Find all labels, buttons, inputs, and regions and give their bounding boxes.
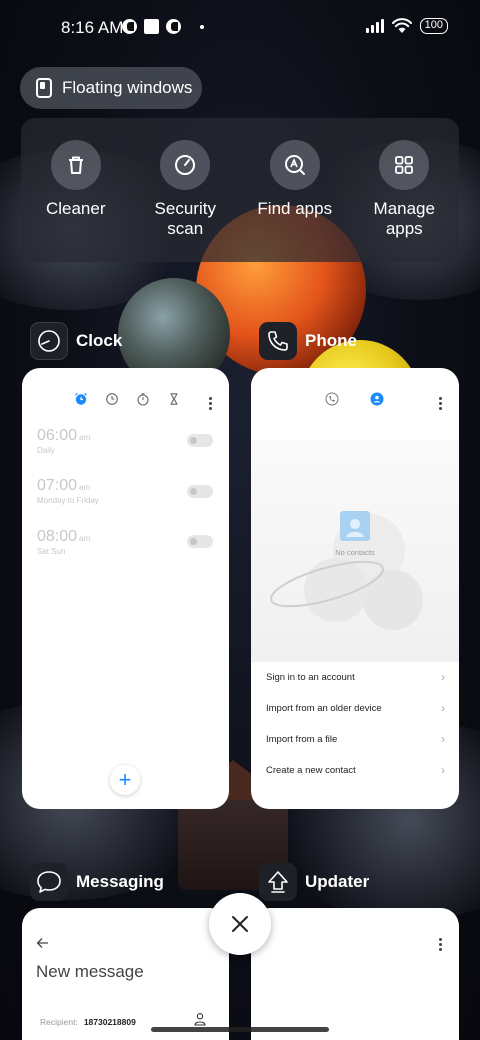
find-apps-label: Find apps — [257, 199, 333, 218]
status-bar: 8:16 AM 100 — [0, 0, 480, 56]
chevron-right-icon: › — [441, 701, 445, 715]
cleaner-button[interactable]: Cleaner — [26, 140, 126, 262]
updater-more-icon[interactable] — [439, 938, 442, 951]
phone-app-header[interactable]: Phone — [259, 322, 357, 360]
clock-more-icon[interactable] — [209, 397, 212, 410]
recipient-value: 18730218809 — [83, 1017, 136, 1027]
quick-tools-panel: Cleaner Security scan Find apps Manage a… — [21, 118, 459, 262]
close-icon — [232, 916, 248, 932]
alarm-toggle[interactable] — [187, 485, 213, 498]
alarm-time: 08:00 — [37, 528, 78, 545]
close-all-button[interactable] — [209, 893, 271, 955]
trash-icon — [50, 140, 101, 190]
messaging-app-card[interactable]: New message Recipient: 18730218809 — [22, 908, 229, 1040]
stopwatch-tab-icon[interactable] — [136, 392, 150, 406]
speedometer-icon — [160, 140, 211, 190]
alarm-toggle[interactable] — [187, 535, 213, 548]
clock-app-name: Clock — [76, 331, 123, 350]
alarm-ampm: am — [79, 483, 91, 492]
notification-icon-b — [144, 19, 159, 34]
back-arrow-icon[interactable] — [36, 937, 49, 949]
updater-app-card[interactable] — [251, 908, 459, 1040]
world-clock-tab-icon[interactable] — [105, 392, 119, 406]
alarm-ampm: am — [79, 534, 91, 543]
alarm-repeat: Daily — [37, 446, 55, 455]
security-scan-label: Security scan — [154, 199, 216, 238]
cleaner-label: Cleaner — [45, 199, 106, 218]
contacts-tab-icon[interactable] — [370, 392, 384, 406]
clock-app-header[interactable]: Clock — [30, 322, 122, 360]
manage-apps-label: Manage apps — [373, 199, 435, 238]
alarm-tab-icon[interactable] — [74, 392, 88, 406]
chevron-right-icon: › — [441, 670, 445, 684]
grid-icon — [379, 140, 430, 190]
alarm-ampm: am — [79, 433, 91, 442]
recipient-label: Recipient: — [40, 1017, 78, 1027]
more-notifications-dot-icon — [200, 24, 204, 29]
phone-more-icon[interactable] — [439, 397, 442, 410]
phone-app-name: Phone — [305, 331, 357, 350]
sign-in-account-option[interactable]: Sign in to an account › — [266, 662, 445, 692]
battery-icon: 100 — [419, 18, 448, 34]
new-message-title: New message — [36, 962, 144, 981]
floating-windows-label: Floating windows — [62, 78, 193, 97]
clock-tabs — [74, 392, 181, 406]
notification-icons — [122, 19, 204, 34]
alarm-toggle[interactable] — [187, 434, 213, 447]
calls-tab-icon[interactable] — [325, 392, 339, 406]
phone-tabs — [325, 392, 384, 406]
import-older-device-option[interactable]: Import from an older device › — [266, 693, 445, 723]
notification-icon-a — [122, 19, 137, 34]
contact-picker-icon[interactable] — [194, 1012, 206, 1026]
security-scan-button[interactable]: Security scan — [135, 140, 235, 262]
manage-apps-button[interactable]: Manage apps — [354, 140, 454, 262]
wifi-icon — [391, 18, 412, 33]
clock-app-card[interactable]: 06:00 am Daily 07:00 am Monday to Friday 0… — [22, 368, 229, 809]
floating-windows-button[interactable]: Floating windows — [20, 67, 202, 109]
no-contacts-text: No contacts — [335, 548, 375, 557]
phone-app-card[interactable]: No contacts Sign in to an account › Impor… — [251, 368, 459, 809]
option-label: Import from an older device — [266, 702, 382, 714]
add-alarm-button[interactable]: + — [110, 765, 140, 795]
option-label: Create a new contact — [266, 764, 356, 776]
updater-app-name: Updater — [305, 872, 370, 891]
system-icons: 100 — [365, 18, 448, 34]
empty-contacts-illustration: No contacts — [251, 440, 459, 662]
create-contact-option[interactable]: Create a new contact › — [266, 755, 445, 785]
clock-app-icon — [30, 322, 68, 360]
chevron-right-icon: › — [441, 763, 445, 777]
gesture-bar[interactable] — [151, 1027, 329, 1032]
updater-app-icon — [259, 863, 297, 901]
floating-window-icon — [36, 78, 52, 98]
timer-tab-icon[interactable] — [167, 392, 181, 406]
phone-app-icon — [259, 322, 297, 360]
alarm-time: 07:00 — [37, 477, 78, 494]
alarm-time: 06:00 — [37, 427, 78, 444]
notification-icon-c — [166, 19, 181, 34]
chevron-right-icon: › — [441, 732, 445, 746]
option-label: Import from a file — [266, 733, 338, 745]
messaging-app-icon — [30, 863, 68, 901]
alarm-repeat: Sat Sun — [37, 547, 66, 556]
updater-app-header[interactable]: Updater — [259, 863, 369, 901]
find-apps-button[interactable]: Find apps — [245, 140, 345, 262]
signal-icon — [365, 19, 384, 33]
messaging-app-name: Messaging — [76, 872, 164, 891]
status-time: 8:16 AM — [61, 18, 124, 37]
import-file-option[interactable]: Import from a file › — [266, 724, 445, 754]
messaging-app-header[interactable]: Messaging — [30, 863, 164, 901]
search-apps-icon — [269, 140, 320, 190]
option-label: Sign in to an account — [266, 671, 355, 683]
